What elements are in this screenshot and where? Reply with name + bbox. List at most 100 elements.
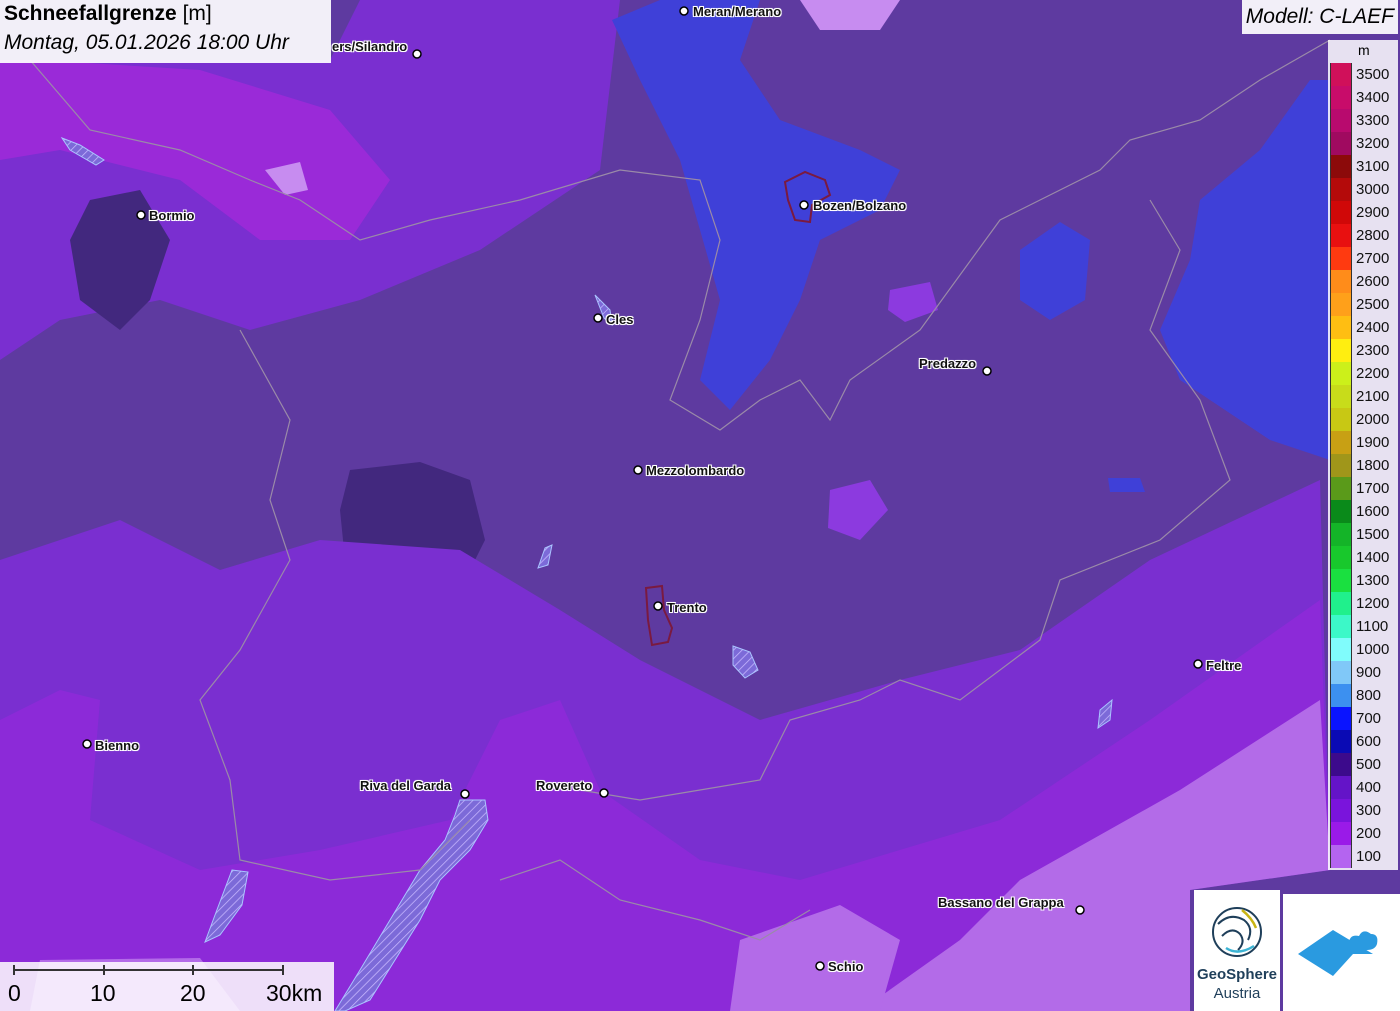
city-label-silandro: ers/Silandro bbox=[332, 39, 408, 54]
map-title: Schneefallgrenze [m] bbox=[4, 2, 212, 26]
forecast-datetime: Montag, 05.01.2026 18:00 Uhr bbox=[4, 31, 289, 54]
model-panel: Modell: C-LAEF bbox=[1241, 0, 1398, 34]
city-label-predazzo: Predazzo bbox=[919, 356, 977, 371]
dot-bolzano bbox=[799, 200, 809, 210]
geosphere-logo[interactable]: GeoSphere Austria bbox=[1194, 890, 1280, 1011]
legend-swatch bbox=[1330, 201, 1352, 224]
dot-bienno bbox=[82, 739, 92, 749]
legend-swatch bbox=[1330, 822, 1352, 845]
legend-swatch bbox=[1330, 339, 1352, 362]
legend-entry: 3000 bbox=[1330, 178, 1394, 201]
zone-700m-small bbox=[1108, 478, 1145, 492]
legend-swatch bbox=[1330, 293, 1352, 316]
legend-entry: 3100 bbox=[1330, 155, 1394, 178]
city-label-trento: Trento bbox=[667, 600, 707, 615]
legend-unit: m bbox=[1358, 42, 1370, 58]
legend-label: 1800 bbox=[1356, 457, 1390, 474]
legend-label: 3100 bbox=[1356, 158, 1390, 175]
city-label-bienno: Bienno bbox=[95, 738, 140, 753]
dot-cles bbox=[593, 313, 603, 323]
geosphere-emblem-icon bbox=[1212, 907, 1262, 957]
legend-entry: 2300 bbox=[1330, 339, 1394, 362]
legend-entry: 3200 bbox=[1330, 132, 1394, 155]
legend-entry: 900 bbox=[1330, 661, 1394, 684]
legend-swatch bbox=[1330, 776, 1352, 799]
city-label-schio: Schio bbox=[828, 959, 864, 974]
city-label-meran: Meran/Merano bbox=[693, 4, 782, 19]
legend-swatch bbox=[1330, 500, 1352, 523]
legend-swatch bbox=[1330, 109, 1352, 132]
scale-label-30km: 30km bbox=[266, 980, 323, 1006]
legend-entry: 1800 bbox=[1330, 454, 1394, 477]
legend-entry: 500 bbox=[1330, 753, 1394, 776]
legend-label: 300 bbox=[1356, 802, 1382, 819]
legend-label: 2300 bbox=[1356, 342, 1390, 359]
legend-entry: 700 bbox=[1330, 707, 1394, 730]
snowfall-limit-map[interactable] bbox=[0, 0, 1400, 1011]
legend-entry: 1300 bbox=[1330, 569, 1394, 592]
legend-label: 2100 bbox=[1356, 388, 1390, 405]
legend-label: 1400 bbox=[1356, 549, 1390, 566]
legend-swatch bbox=[1330, 178, 1352, 201]
legend-entry: 1900 bbox=[1330, 431, 1394, 454]
legend-entry: 3300 bbox=[1330, 109, 1394, 132]
legend-label: 1900 bbox=[1356, 434, 1390, 451]
app-logo[interactable] bbox=[1283, 894, 1400, 1011]
legend-label: 200 bbox=[1356, 825, 1382, 842]
legend-swatch bbox=[1330, 684, 1352, 707]
legend-label: 2700 bbox=[1356, 250, 1390, 267]
legend-entry: 2700 bbox=[1330, 247, 1394, 270]
legend-swatch bbox=[1330, 155, 1352, 178]
legend-label: 1300 bbox=[1356, 572, 1390, 589]
legend-swatch bbox=[1330, 569, 1352, 592]
model-name: Modell: C-LAEF bbox=[1245, 5, 1394, 28]
legend-entry: 2200 bbox=[1330, 362, 1394, 385]
legend-swatch bbox=[1330, 661, 1352, 684]
logo-sub: Austria bbox=[1213, 985, 1261, 1002]
dot-predazzo bbox=[982, 366, 992, 376]
legend-swatch bbox=[1330, 224, 1352, 247]
legend-entry: 1400 bbox=[1330, 546, 1394, 569]
legend-swatch bbox=[1330, 592, 1352, 615]
legend-entry: 300 bbox=[1330, 799, 1394, 822]
legend-entry: 800 bbox=[1330, 684, 1394, 707]
dot-feltre bbox=[1193, 659, 1203, 669]
city-label-riva: Riva del Garda bbox=[360, 778, 452, 793]
legend-swatch bbox=[1330, 454, 1352, 477]
city-label-bassano: Bassano del Grappa bbox=[938, 895, 1064, 910]
legend-label: 2500 bbox=[1356, 296, 1390, 313]
scale-label-10: 10 bbox=[90, 980, 116, 1006]
legend-swatch bbox=[1330, 362, 1352, 385]
dot-bassano bbox=[1075, 905, 1085, 915]
legend-entry: 3500 bbox=[1330, 63, 1394, 86]
legend-label: 3300 bbox=[1356, 112, 1390, 129]
legend-swatch bbox=[1330, 799, 1352, 822]
map-title-panel: Schneefallgrenze [m] Montag, 05.01.2026 … bbox=[0, 0, 331, 63]
legend-swatch bbox=[1330, 385, 1352, 408]
dot-rovereto bbox=[599, 788, 609, 798]
legend-swatch bbox=[1330, 316, 1352, 339]
legend-entry: 1600 bbox=[1330, 500, 1394, 523]
legend-label: 3200 bbox=[1356, 135, 1390, 152]
legend-swatch bbox=[1330, 707, 1352, 730]
legend-entry: 2500 bbox=[1330, 293, 1394, 316]
legend-entry: 1100 bbox=[1330, 615, 1394, 638]
legend-entry: 2100 bbox=[1330, 385, 1394, 408]
legend-label: 1500 bbox=[1356, 526, 1390, 543]
city-label-cles: Cles bbox=[606, 312, 634, 327]
legend-entry: 1000 bbox=[1330, 638, 1394, 661]
legend-label: 700 bbox=[1356, 710, 1382, 727]
legend-swatch bbox=[1330, 523, 1352, 546]
legend-entry: 2000 bbox=[1330, 408, 1394, 431]
legend-label: 2400 bbox=[1356, 319, 1390, 336]
app-logo-icon bbox=[1298, 930, 1378, 976]
legend-swatch bbox=[1330, 638, 1352, 661]
legend-swatch bbox=[1330, 270, 1352, 293]
dot-riva bbox=[460, 789, 470, 799]
city-label-feltre: Feltre bbox=[1206, 658, 1242, 673]
legend-swatch bbox=[1330, 247, 1352, 270]
legend-label: 1000 bbox=[1356, 641, 1390, 658]
legend-swatch bbox=[1330, 845, 1352, 868]
legend-swatch bbox=[1330, 86, 1352, 109]
parameter-unit: [m] bbox=[182, 2, 212, 25]
